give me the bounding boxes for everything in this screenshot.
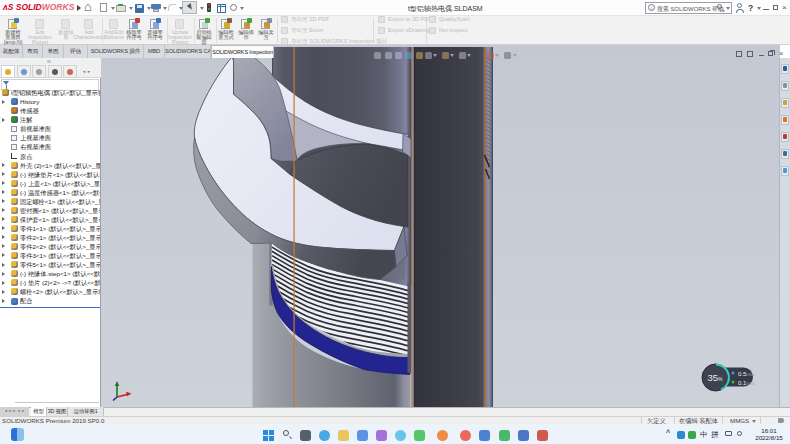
svg-text:0.5KB/s: 0.5KB/s [738, 371, 755, 377]
svg-text:0.1KB/s: 0.1KB/s [738, 380, 755, 386]
